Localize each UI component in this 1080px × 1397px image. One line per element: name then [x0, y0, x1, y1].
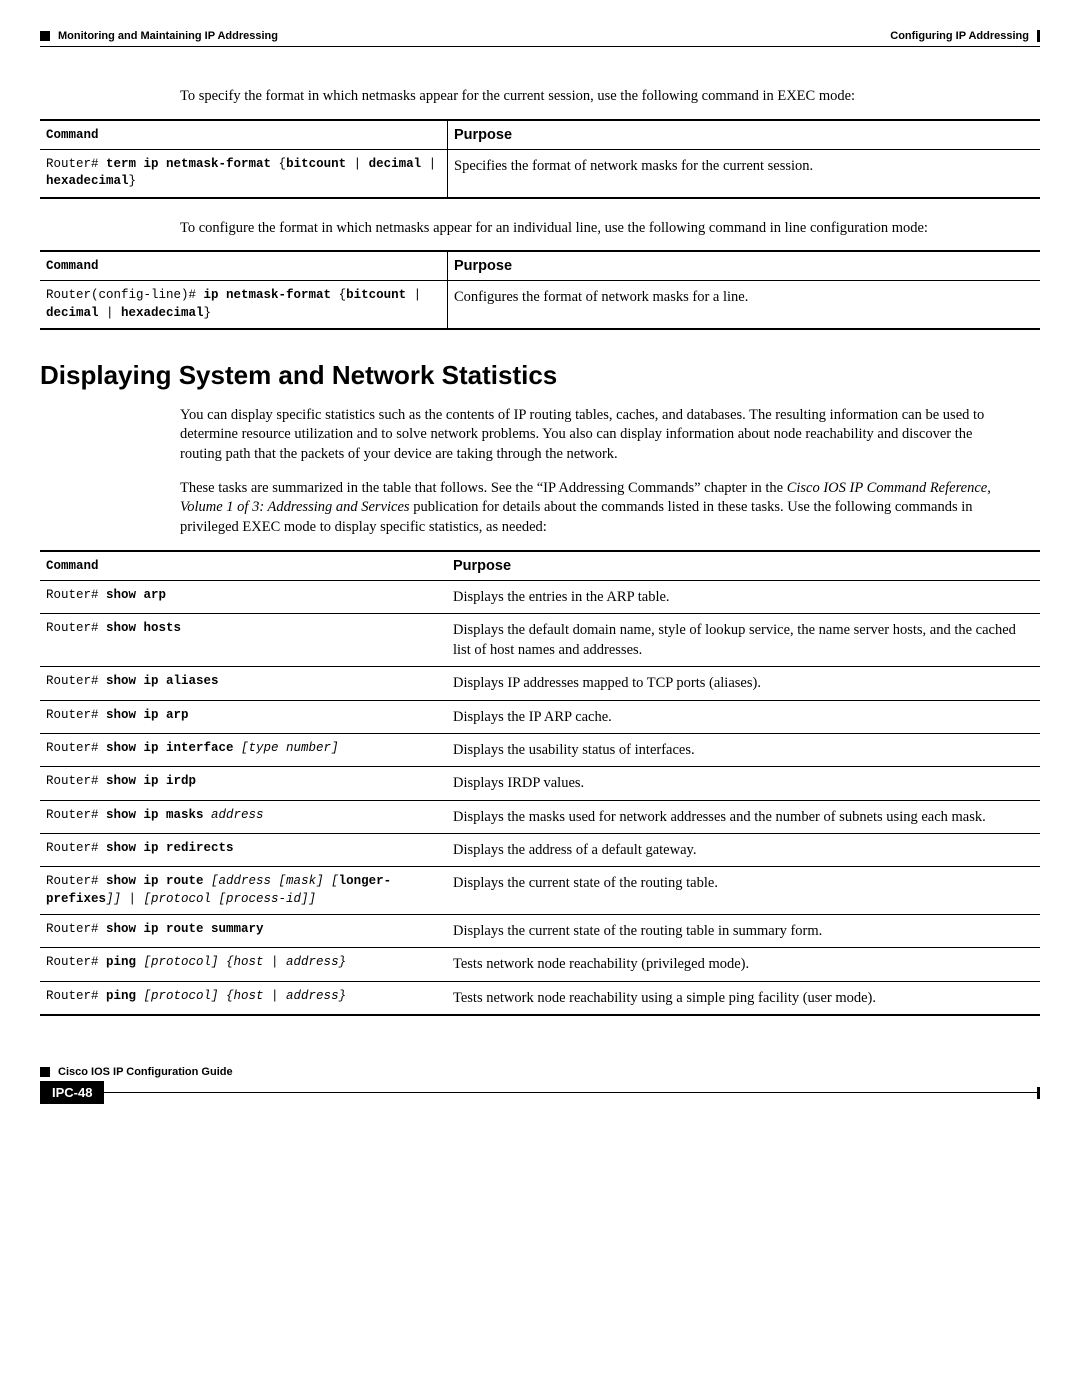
purpose-cell: Tests network node reachability using a …	[447, 981, 1040, 1015]
cmd-cell: Router# show ip route summary	[40, 915, 447, 948]
footer-rule	[104, 1092, 1037, 1093]
section-heading-stats: Displaying System and Network Statistics	[40, 360, 1040, 391]
netmask-session-table: Command Purpose Router# term ip netmask-…	[40, 119, 1040, 199]
table-row: Router# show ip irdpDisplays IRDP values…	[40, 767, 1040, 800]
stats-paragraph-1: You can display specific statistics such…	[180, 406, 1000, 465]
cmd-cell: Router# show ip aliases	[40, 667, 447, 700]
cmd-cell: Router# show arp	[40, 580, 447, 613]
table-row: Router# show ip redirectsDisplays the ad…	[40, 833, 1040, 866]
table-row: Router# show ip route [address [mask] [l…	[40, 867, 1040, 915]
cmd-cell: Router# show ip interface [type number]	[40, 733, 447, 766]
table-row: Router# show ip interface [type number]D…	[40, 733, 1040, 766]
cmd-cell: Router# show ip masks address	[40, 800, 447, 833]
purpose-cell: Displays the masks used for network addr…	[447, 800, 1040, 833]
purpose-cell: Displays the current state of the routin…	[447, 867, 1040, 915]
cmd-cell: Router(config-line)# ip netmask-format {…	[40, 281, 448, 330]
purpose-cell: Tests network node reachability (privile…	[447, 948, 1040, 981]
table-row: Router# show ip aliasesDisplays IP addre…	[40, 667, 1040, 700]
table-row: Router# show ip route summaryDisplays th…	[40, 915, 1040, 948]
table-header-purpose: Purpose	[448, 251, 1041, 281]
purpose-cell: Displays IP addresses mapped to TCP port…	[447, 667, 1040, 700]
cmd-cell: Router# show ip arp	[40, 700, 447, 733]
purpose-cell: Displays IRDP values.	[447, 767, 1040, 800]
intro-paragraph-1: To specify the format in which netmasks …	[180, 87, 1000, 107]
page-number-badge: IPC-48	[40, 1081, 104, 1104]
table-header-command: Command	[40, 251, 448, 281]
footer-marker-icon	[40, 1067, 50, 1077]
table-header-purpose: Purpose	[448, 120, 1041, 150]
table-header-command: Command	[40, 120, 448, 150]
purpose-cell: Configures the format of network masks f…	[448, 281, 1041, 330]
purpose-cell: Displays the IP ARP cache.	[447, 700, 1040, 733]
table-row: Router# term ip netmask-format {bitcount…	[40, 149, 1040, 198]
netmask-line-table: Command Purpose Router(config-line)# ip …	[40, 250, 1040, 330]
cmd-cell: Router# show ip irdp	[40, 767, 447, 800]
purpose-cell: Displays the usability status of interfa…	[447, 733, 1040, 766]
table-row: Router(config-line)# ip netmask-format {…	[40, 281, 1040, 330]
cmd-cell: Router# show hosts	[40, 613, 447, 667]
table-header-command: Command	[40, 551, 447, 581]
cmd-cell: Router# ping [protocol] {host | address}	[40, 948, 447, 981]
table-row: Router# show ip masks addressDisplays th…	[40, 800, 1040, 833]
header-rule	[40, 46, 1040, 47]
page-footer: Cisco IOS IP Configuration Guide IPC-48	[40, 1066, 1040, 1104]
purpose-cell: Displays the current state of the routin…	[447, 915, 1040, 948]
header-section: Monitoring and Maintaining IP Addressing	[58, 30, 278, 42]
cmd-cell: Router# term ip netmask-format {bitcount…	[40, 149, 448, 198]
stats-paragraph-2: These tasks are summarized in the table …	[180, 479, 1000, 538]
purpose-cell: Displays the address of a default gatewa…	[447, 833, 1040, 866]
table-row: Router# show arpDisplays the entries in …	[40, 580, 1040, 613]
header-end-marker-icon	[1037, 30, 1040, 42]
intro-paragraph-2: To configure the format in which netmask…	[180, 219, 1000, 239]
table-row: Router# ping [protocol] {host | address}…	[40, 948, 1040, 981]
cmd-cell: Router# ping [protocol] {host | address}	[40, 981, 447, 1015]
header-marker-icon	[40, 31, 50, 41]
cmd-cell: Router# show ip redirects	[40, 833, 447, 866]
table-header-purpose: Purpose	[447, 551, 1040, 581]
table-row: Router# show ip arpDisplays the IP ARP c…	[40, 700, 1040, 733]
table-row: Router# ping [protocol] {host | address}…	[40, 981, 1040, 1015]
purpose-cell: Displays the entries in the ARP table.	[447, 580, 1040, 613]
purpose-cell: Specifies the format of network masks fo…	[448, 149, 1041, 198]
page-header: Monitoring and Maintaining IP Addressing…	[40, 30, 1040, 42]
stats-commands-table: Command Purpose Router# show arpDisplays…	[40, 550, 1040, 1017]
purpose-cell: Displays the default domain name, style …	[447, 613, 1040, 667]
header-chapter: Configuring IP Addressing	[890, 30, 1029, 42]
footer-guide-title: Cisco IOS IP Configuration Guide	[58, 1066, 233, 1078]
table-row: Router# show hostsDisplays the default d…	[40, 613, 1040, 667]
footer-end-marker-icon	[1037, 1087, 1040, 1099]
cmd-cell: Router# show ip route [address [mask] [l…	[40, 867, 447, 915]
